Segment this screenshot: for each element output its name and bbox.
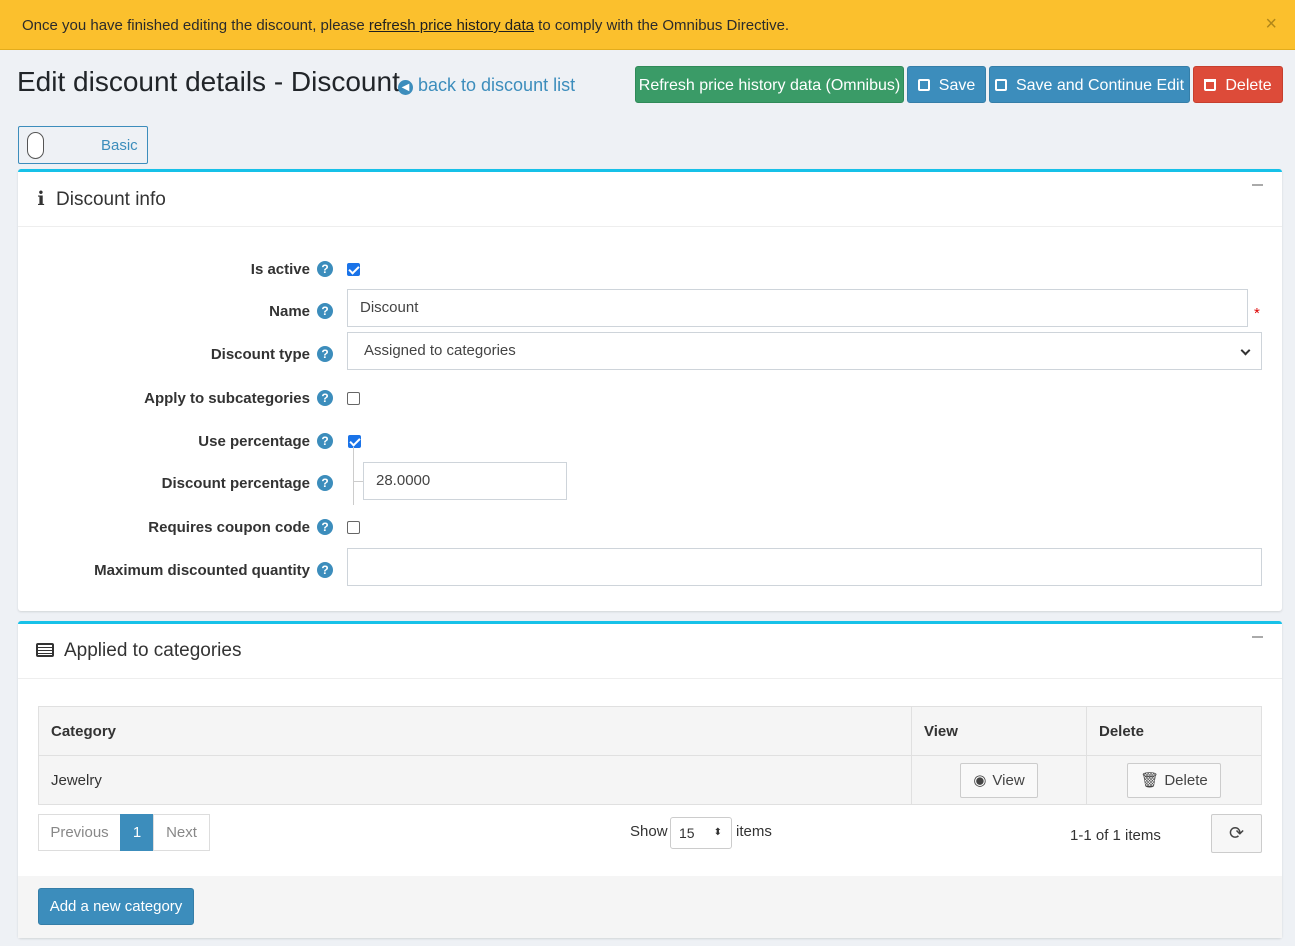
view-button-label: View (992, 771, 1025, 789)
delete-row-label: Delete (1164, 771, 1208, 789)
max-quantity-row: Maximum discounted quantity ? (18, 548, 1282, 588)
discount-info-header[interactable]: i Discount info (18, 172, 1282, 227)
items-label: items (736, 823, 772, 840)
back-link-label: back to discount list (418, 75, 576, 95)
applied-categories-title: Applied to categories (64, 640, 242, 661)
discount-info-title: Discount info (56, 189, 166, 210)
table-row: Jewelry ◉ View 🗑 Delete (38, 755, 1262, 805)
back-to-list-link[interactable]: ◀ back to discount list (398, 75, 575, 96)
max-quantity-input[interactable] (347, 548, 1262, 586)
refresh-button-label: Refresh price history data (Omnibus) (638, 77, 901, 94)
pager-page-1[interactable]: 1 (120, 814, 154, 851)
column-header-category[interactable]: Category (38, 706, 912, 756)
discount-info-card: i Discount info Is active ? Name ? Discou… (18, 169, 1282, 611)
pager-summary: 1-1 of 1 items (1070, 827, 1161, 844)
collapse-icon[interactable] (1252, 184, 1263, 186)
help-icon[interactable]: ? (317, 303, 333, 319)
save-continue-button[interactable]: Save and Continue Edit (989, 66, 1190, 103)
help-icon[interactable]: ? (317, 433, 333, 449)
name-label: Name (269, 303, 310, 320)
apply-subcategories-row: Apply to subcategories ? (18, 379, 1282, 419)
apply-subcategories-checkbox[interactable] (347, 392, 360, 405)
delete-button-label: Delete (1225, 77, 1272, 94)
delete-button[interactable]: Delete (1193, 66, 1283, 103)
card-footer: Add a new category (18, 876, 1282, 938)
chevron-down-icon (1240, 345, 1251, 356)
is-active-checkbox[interactable] (347, 263, 360, 276)
save-continue-label: Save and Continue Edit (1015, 77, 1185, 94)
refresh-icon[interactable]: ⟳ (1211, 814, 1262, 853)
name-row: Name ? Discount * (18, 289, 1282, 329)
column-header-delete[interactable]: Delete (1086, 706, 1262, 756)
trash-icon: 🗑 (1140, 771, 1160, 789)
page-size-select[interactable]: 15 ⬍ (670, 817, 732, 849)
help-icon[interactable]: ? (317, 475, 333, 491)
page-size-value: 15 (679, 825, 695, 841)
use-percentage-checkbox[interactable] (348, 435, 361, 448)
is-active-row: Is active ? (18, 250, 1282, 290)
requires-coupon-row: Requires coupon code ? (18, 508, 1282, 548)
discount-percentage-row: Discount percentage ? 28.0000 (18, 462, 1282, 502)
card-title: i Discount info (36, 188, 166, 211)
toggle-label: Basic (101, 137, 138, 154)
category-cell: Jewelry (38, 755, 912, 805)
help-icon[interactable]: ? (317, 519, 333, 535)
help-icon[interactable]: ? (317, 346, 333, 362)
use-percentage-label: Use percentage (198, 433, 310, 450)
discount-type-label: Discount type (210, 346, 310, 363)
floppy-disk-icon (994, 79, 1007, 91)
use-percentage-row: Use percentage ? (18, 422, 1282, 462)
save-button[interactable]: Save (907, 66, 986, 103)
delete-row-button[interactable]: 🗑 Delete (1127, 762, 1221, 798)
alert-text-after: to comply with the Omnibus Directive. (533, 17, 790, 34)
close-icon[interactable]: × (1265, 13, 1277, 36)
sort-arrows-icon: ⬍ (713, 827, 722, 838)
requires-coupon-label: Requires coupon code (148, 519, 310, 536)
eye-icon: ◉ (973, 771, 987, 789)
list-icon (36, 643, 54, 657)
help-icon[interactable]: ? (317, 562, 333, 578)
info-icon: i (37, 188, 45, 210)
floppy-disk-icon (917, 79, 930, 91)
discount-percentage-input[interactable]: 28.0000 (363, 462, 567, 500)
help-icon[interactable]: ? (317, 261, 333, 277)
requires-coupon-checkbox[interactable] (347, 521, 360, 534)
add-category-button[interactable]: Add a new category (38, 888, 194, 925)
discount-type-select[interactable]: Assigned to categories (347, 332, 1262, 370)
save-button-label: Save (938, 77, 976, 94)
alert-text-before: Once you have finished editing the disco… (22, 17, 369, 34)
card-title: Applied to categories (36, 640, 241, 662)
view-button[interactable]: ◉ View (960, 762, 1038, 798)
show-label: Show (630, 823, 668, 840)
required-marker: * (1254, 305, 1260, 322)
apply-subcategories-label: Apply to subcategories (144, 390, 310, 407)
applied-categories-header[interactable]: Applied to categories (18, 624, 1282, 679)
pager-previous[interactable]: Previous (38, 814, 121, 851)
max-quantity-label: Maximum discounted quantity (94, 562, 310, 579)
is-active-label: Is active (250, 261, 310, 278)
applied-categories-card: Applied to categories Category View Dele… (18, 621, 1282, 938)
omnibus-alert: Once you have finished editing the disco… (0, 0, 1295, 50)
arrow-left-circle-icon: ◀ (398, 80, 413, 95)
categories-table: Category View Delete Jewelry ◉ View 🗑 Dele… (38, 706, 1262, 805)
discount-type-row: Discount type ? Assigned to categories (18, 332, 1282, 372)
delete-cell: 🗑 Delete (1086, 755, 1262, 805)
discount-type-value: Assigned to categories (364, 342, 516, 359)
refresh-price-history-button[interactable]: Refresh price history data (Omnibus) (635, 66, 904, 103)
pager-next[interactable]: Next (153, 814, 210, 851)
basic-advanced-toggle[interactable]: Basic (18, 126, 148, 164)
collapse-icon[interactable] (1252, 636, 1263, 638)
trash-icon (1204, 79, 1217, 91)
name-input[interactable]: Discount (347, 289, 1248, 327)
page-title: Edit discount details - Discount (17, 66, 400, 97)
view-cell: ◉ View (911, 755, 1087, 805)
toggle-knob[interactable] (27, 132, 44, 159)
discount-percentage-label: Discount percentage (161, 475, 310, 492)
table-header-row: Category View Delete (38, 706, 1262, 756)
help-icon[interactable]: ? (317, 390, 333, 406)
column-header-view[interactable]: View (911, 706, 1087, 756)
refresh-price-history-link[interactable]: refresh price history data (369, 17, 534, 34)
